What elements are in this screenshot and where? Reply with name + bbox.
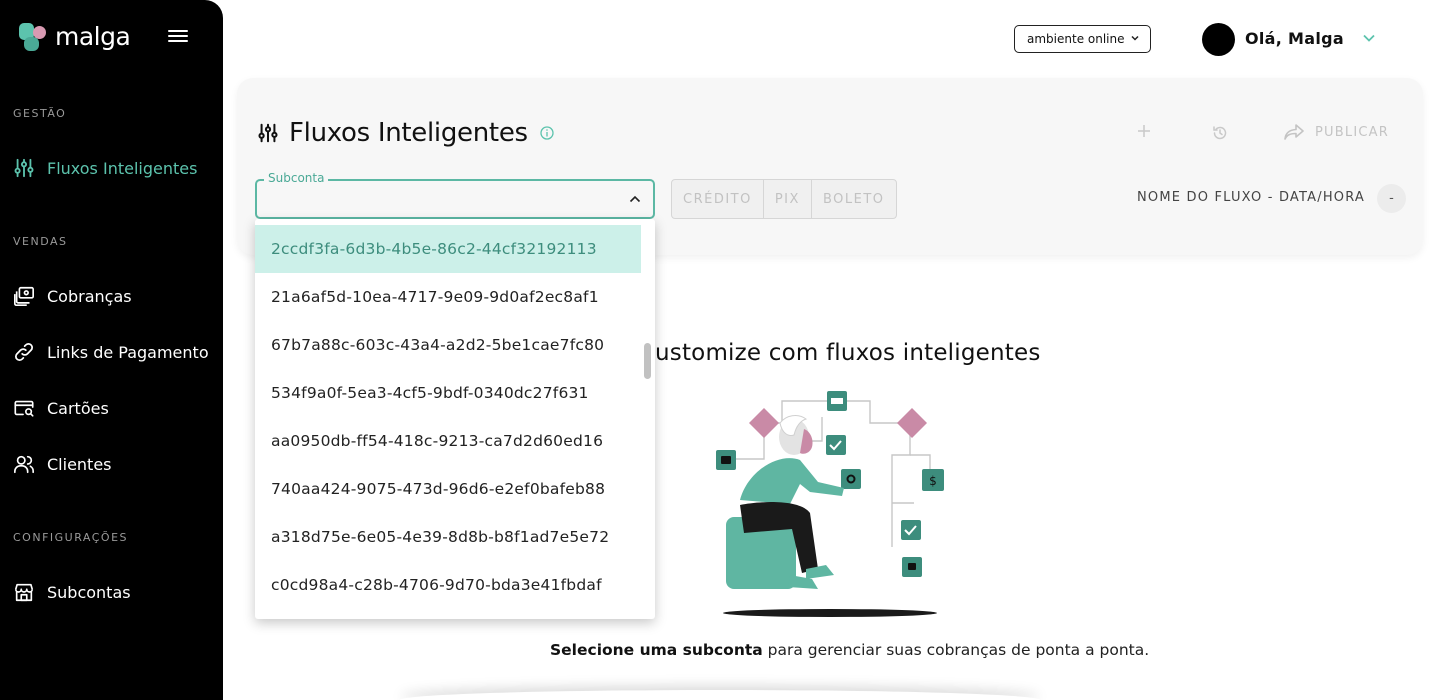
subconta-option[interactable]: aa0950db-ff54-418c-9213-ca7d2d60ed16 <box>255 417 641 465</box>
link-icon <box>15 343 33 361</box>
subconta-option[interactable]: 21a6af5d-10ea-4717-9e09-9d0af2ec8af1 <box>255 273 641 321</box>
sidebar-item-label: Subcontas <box>47 582 131 602</box>
card-search-icon <box>14 400 34 417</box>
chevron-up-icon[interactable] <box>628 193 642 205</box>
user-greeting[interactable]: Olá, Malga <box>1245 29 1344 48</box>
add-icon[interactable] <box>1136 123 1152 139</box>
avatar[interactable] <box>1202 23 1235 56</box>
page-title-text: Fluxos Inteligentes <box>289 118 528 148</box>
chevron-down-icon <box>1131 35 1139 41</box>
sidebar-item-label: Fluxos Inteligentes <box>47 158 198 178</box>
publish-button[interactable]: PUBLICAR <box>1283 123 1389 141</box>
page-title: Fluxos Inteligentes <box>257 118 554 148</box>
info-icon[interactable] <box>540 126 554 140</box>
subconta-option[interactable]: a318d75e-6e05-4e39-8d8b-b8f1ad7e5e72 <box>255 513 641 561</box>
listbox-scrollbar[interactable] <box>644 343 651 379</box>
sidebar-item-cobrancas[interactable]: Cobranças <box>13 285 132 307</box>
share-arrow-icon <box>1284 124 1304 140</box>
empty-state-description-bold: Selecione uma subconta <box>550 641 763 659</box>
flow-status-badge: - <box>1377 184 1406 213</box>
empty-state-description: Selecione uma subconta para gerenciar su… <box>550 641 1149 659</box>
malga-logo[interactable]: malga <box>19 22 131 51</box>
empty-state-description-rest: para gerenciar suas cobranças de ponta a… <box>762 641 1150 659</box>
environment-value: ambiente online <box>1027 32 1125 46</box>
sidebar-item-links-de-pagamento[interactable]: Links de Pagamento <box>13 341 209 363</box>
sidebar-item-cartoes[interactable]: Cartões <box>13 397 109 419</box>
payment-method-tabs: CRÉDITO PIX BOLETO <box>671 179 897 219</box>
svg-text:$: $ <box>929 474 937 488</box>
subconta-field-label: Subconta <box>264 171 329 185</box>
sidebar-item-fluxos-inteligentes[interactable]: Fluxos Inteligentes <box>13 157 197 179</box>
subconta-option[interactable]: c0cd98a4-c28b-4706-9d70-bda3e41fbdaf <box>255 561 641 609</box>
brand-name: malga <box>55 22 131 51</box>
history-icon[interactable] <box>1211 124 1229 142</box>
subconta-options-listbox: 2ccdf3fa-6d3b-4b5e-86c2-44cf32192113 21a… <box>255 219 655 619</box>
sliders-icon <box>14 158 34 178</box>
sidebar-item-clientes[interactable]: Clientes <box>13 453 112 475</box>
diamond-node-left <box>749 408 779 438</box>
subconta-option[interactable]: 67b7a88c-603c-43a4-a2d2-5be1cae7fc80 <box>255 321 641 369</box>
subconta-autocomplete-input[interactable] <box>255 179 655 219</box>
tab-pix[interactable]: PIX <box>764 180 812 218</box>
tab-boleto[interactable]: BOLETO <box>812 180 896 218</box>
environment-select[interactable]: ambiente online <box>1014 25 1151 53</box>
store-icon <box>14 583 34 602</box>
charges-icon <box>14 286 34 306</box>
chevron-down-icon[interactable] <box>1360 31 1378 45</box>
sliders-icon <box>258 123 278 143</box>
tab-credito[interactable]: CRÉDITO <box>672 180 764 218</box>
malga-logo-mark <box>19 22 47 51</box>
section-label-vendas: VENDAS <box>13 235 68 248</box>
flow-name-label: NOME DO FLUXO - DATA/HORA <box>1137 190 1366 205</box>
sidebar-item-label: Cobranças <box>47 286 132 306</box>
publish-label: PUBLICAR <box>1315 124 1389 140</box>
menu-toggle-icon[interactable] <box>168 28 190 46</box>
sidebar-item-label: Cartões <box>47 398 109 418</box>
section-label-configuracoes: CONFIGURAÇÕES <box>13 531 129 544</box>
subconta-option[interactable]: 740aa424-9075-473d-96d6-e2ef0bafeb88 <box>255 465 641 513</box>
section-label-gestao: GESTÃO <box>13 107 67 120</box>
sidebar-item-label: Clientes <box>47 454 112 474</box>
bottom-panel-edge <box>400 690 1040 700</box>
empty-state-headline: ustomize com fluxos inteligentes <box>655 340 1041 366</box>
subconta-option[interactable]: 2ccdf3fa-6d3b-4b5e-86c2-44cf32192113 <box>255 225 641 273</box>
diamond-node-right <box>897 408 927 438</box>
users-icon <box>14 455 34 474</box>
sidebar-item-subcontas[interactable]: Subcontas <box>13 581 131 603</box>
subconta-option[interactable]: 534f9a0f-5ea3-4cf5-9bdf-0340dc27f631 <box>255 369 641 417</box>
flow-illustration: $ <box>716 391 944 617</box>
sidebar: malga GESTÃO Fluxos Inteligentes VENDAS … <box>0 0 223 700</box>
sidebar-item-label: Links de Pagamento <box>47 342 209 362</box>
